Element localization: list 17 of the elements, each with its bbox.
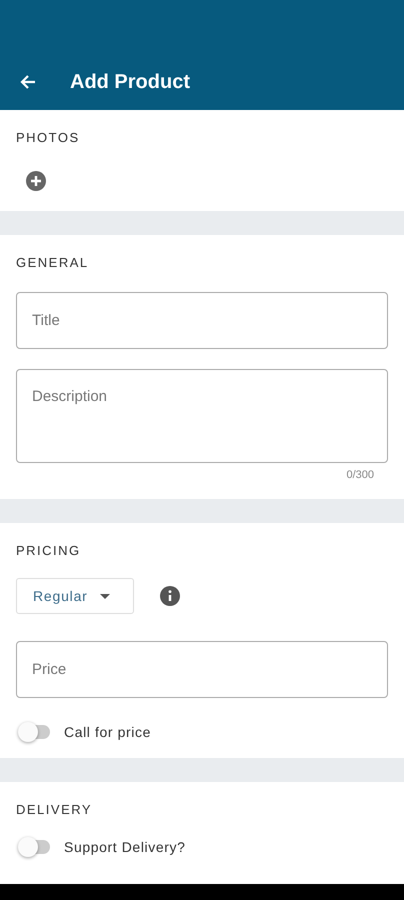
caret-icon bbox=[100, 594, 110, 598]
price-field[interactable]: Price bbox=[16, 641, 388, 698]
screen-title: Add Product bbox=[70, 70, 190, 94]
section-heading: PRICING bbox=[16, 543, 82, 558]
section-heading: DELIVERY bbox=[16, 802, 94, 817]
description-field[interactable]: Description bbox=[16, 369, 388, 463]
character-counter: 0/300 bbox=[346, 469, 374, 481]
info-icon[interactable] bbox=[160, 586, 180, 606]
section-heading: GENERAL bbox=[16, 255, 90, 270]
section-heading: PHOTOS bbox=[16, 130, 81, 145]
toggle-label: Support Delivery? bbox=[64, 839, 186, 855]
title-field[interactable]: Title bbox=[16, 292, 388, 349]
add-icon[interactable] bbox=[26, 171, 46, 191]
toggle-switch[interactable] bbox=[20, 840, 50, 854]
toggle-label: Call for price bbox=[64, 724, 151, 740]
toggle-switch[interactable] bbox=[20, 725, 50, 739]
price-type-dropdown[interactable]: Regular bbox=[16, 578, 134, 614]
